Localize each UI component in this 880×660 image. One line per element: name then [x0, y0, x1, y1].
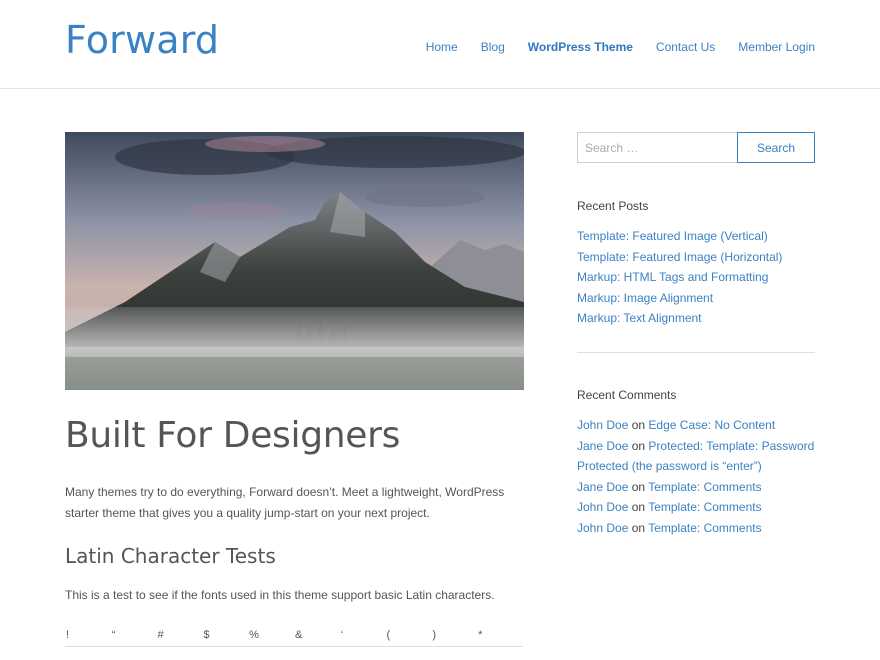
list-item: John Doe on Template: Comments: [577, 518, 815, 539]
comment-author-link[interactable]: John Doe: [577, 500, 628, 514]
table-cell: &: [293, 624, 340, 647]
recent-posts-title: Recent Posts: [577, 199, 649, 213]
comment-joiner: on: [631, 417, 646, 432]
search-form: Search: [577, 132, 815, 163]
list-item: Jane Doe on Protected: Template: Passwor…: [577, 436, 815, 477]
recent-comments-title: Recent Comments: [577, 387, 677, 402]
table-cell: ): [431, 624, 478, 647]
search-input[interactable]: [577, 132, 737, 163]
comment-author-link[interactable]: John Doe: [577, 418, 628, 432]
table-cell: “: [110, 624, 157, 647]
post-title[interactable]: Built For Designers: [65, 416, 524, 456]
recent-post-link[interactable]: Markup: HTML Tags and Formatting: [577, 270, 768, 284]
recent-post-link[interactable]: Markup: Text Alignment: [577, 311, 702, 325]
comment-post-link[interactable]: Template: Comments: [648, 521, 761, 535]
comment-joiner: on: [631, 500, 646, 515]
featured-image[interactable]: [65, 132, 524, 390]
recent-posts-list: Template: Featured Image (Vertical) Temp…: [577, 226, 815, 329]
nav-wordpress-theme[interactable]: WordPress Theme: [528, 40, 633, 54]
list-item: John Doe on Template: Comments: [577, 497, 815, 518]
main-nav: Home Blog WordPress Theme Contact Us Mem…: [426, 40, 815, 54]
recent-post-link[interactable]: Template: Featured Image (Horizontal): [577, 250, 782, 264]
comment-post-link[interactable]: Template: Comments: [648, 480, 761, 494]
latin-character-table: ! “ # $ % & ‘ ( ) *: [65, 624, 523, 647]
recent-post-link[interactable]: Template: Featured Image (Vertical): [577, 229, 768, 243]
table-cell: #: [156, 624, 203, 647]
comment-post-link[interactable]: Template: Comments: [648, 500, 761, 514]
comment-author-link[interactable]: Jane Doe: [577, 439, 628, 453]
section-heading: Latin Character Tests: [65, 544, 276, 568]
nav-home[interactable]: Home: [426, 40, 458, 54]
table-cell: %: [248, 624, 294, 647]
nav-member-login[interactable]: Member Login: [738, 40, 815, 54]
list-item: Template: Featured Image (Horizontal): [577, 247, 815, 268]
list-item: Template: Featured Image (Vertical): [577, 226, 815, 247]
comment-joiner: on: [631, 479, 646, 494]
recent-post-link[interactable]: Markup: Image Alignment: [577, 291, 713, 305]
table-cell: !: [65, 624, 111, 647]
nav-contact-us[interactable]: Contact Us: [656, 40, 715, 54]
list-item: Markup: Text Alignment: [577, 308, 815, 329]
widget-divider: [577, 351, 815, 353]
comment-joiner: on: [631, 520, 646, 535]
comment-joiner: on: [631, 438, 646, 453]
section-text: This is a test to see if the fonts used …: [65, 588, 495, 602]
post-intro: Many themes try to do everything, Forwar…: [65, 485, 505, 520]
search-button[interactable]: Search: [737, 132, 815, 163]
comment-author-link[interactable]: John Doe: [577, 521, 628, 535]
table-row: ! “ # $ % & ‘ ( ) *: [65, 624, 523, 647]
recent-comments-list: John Doe on Edge Case: No Content Jane D…: [577, 415, 815, 539]
comment-post-link[interactable]: Edge Case: No Content: [648, 418, 775, 432]
list-item: Markup: Image Alignment: [577, 288, 815, 309]
nav-blog[interactable]: Blog: [481, 40, 505, 54]
table-cell: $: [202, 624, 249, 647]
table-cell: *: [477, 624, 523, 647]
site-header: Forward Home Blog WordPress Theme Contac…: [0, 0, 880, 89]
main-content: Built For Designers Many themes try to d…: [65, 132, 524, 647]
list-item: Jane Doe on Template: Comments: [577, 477, 815, 498]
comment-author-link[interactable]: Jane Doe: [577, 480, 628, 494]
site-title[interactable]: Forward: [65, 18, 219, 62]
table-cell: (: [385, 624, 432, 647]
list-item: Markup: HTML Tags and Formatting: [577, 267, 815, 288]
table-cell: ‘: [339, 624, 386, 647]
sidebar: Search Recent Posts Template: Featured I…: [577, 132, 815, 539]
list-item: John Doe on Edge Case: No Content: [577, 415, 815, 436]
